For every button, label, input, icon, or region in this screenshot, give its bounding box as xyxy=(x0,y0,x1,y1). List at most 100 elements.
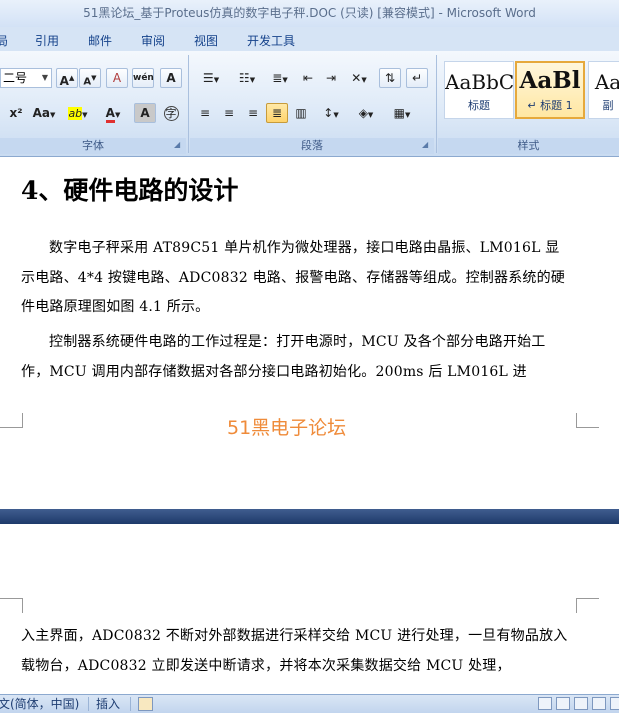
numbered-list-icon: ☷ xyxy=(238,71,250,85)
caret-down-icon: ▼ xyxy=(91,74,97,82)
chevron-down-icon: ▼ xyxy=(213,76,220,84)
style-sample: AaBbC xyxy=(445,70,514,94)
align-left-button[interactable]: ≡ xyxy=(194,103,216,123)
print-layout-view-icon[interactable] xyxy=(538,697,552,710)
increase-indent-button[interactable]: ⇥ xyxy=(320,68,342,88)
show-marks-button[interactable]: ↵ xyxy=(406,68,428,88)
page-gap xyxy=(0,509,619,524)
font-size-select[interactable]: 二号 ▼ xyxy=(0,68,52,88)
body-paragraph: 数字电子秤采用 AT89C51 单片机作为微处理器，接口电路由晶振、LM016L… xyxy=(21,240,565,315)
chevron-down-icon: ▼ xyxy=(114,111,121,119)
enclose-characters-button[interactable]: 字 xyxy=(160,103,182,123)
document-page[interactable]: 入主界面，ADC0832 不断对外部数据进行采样交给 MCU 进行处理，一旦有物… xyxy=(0,524,619,694)
ribbon: 二号 ▼ A▲ A▼ A wén A x² Aa▼ ab▼ A▼ A 字 字体 … xyxy=(0,51,619,157)
dialog-launcher-icon[interactable]: ◢ xyxy=(174,140,180,149)
tab-references[interactable]: 引用 xyxy=(35,32,59,49)
highlight-label: ab xyxy=(68,107,83,120)
status-divider xyxy=(130,697,131,711)
window-title: 51黑论坛_基于Proteus仿真的数字电子秤.DOC (只读) [兼容模式] … xyxy=(83,6,536,20)
paragraph-mark-icon: ↵ xyxy=(411,71,423,85)
chevron-down-icon: ▼ xyxy=(41,73,48,82)
chevron-down-icon: ▼ xyxy=(282,76,288,84)
status-bar: 文(简体，中国) 插入 xyxy=(0,694,619,713)
decrease-indent-button[interactable]: ⇤ xyxy=(297,68,319,88)
shrink-font-label: A xyxy=(83,76,92,88)
subscript-label: x² xyxy=(9,106,23,120)
justify-icon: ≣ xyxy=(271,106,283,120)
increase-indent-icon: ⇥ xyxy=(325,71,337,85)
chevron-down-icon: ▼ xyxy=(404,111,411,119)
group-divider xyxy=(436,55,437,153)
chinese-layout-button[interactable]: ✕▼ xyxy=(343,68,375,88)
bullets-button[interactable]: ☰▼ xyxy=(194,68,228,88)
caret-up-icon: ▲ xyxy=(68,74,75,82)
justify-button[interactable]: ≣ xyxy=(266,103,288,123)
page-margin-corner xyxy=(576,413,599,428)
enclose-characters-label: 字 xyxy=(163,106,179,121)
align-right-button[interactable]: ≡ xyxy=(242,103,264,123)
font-color-label: A xyxy=(105,106,115,123)
shading-button[interactable]: ◈▼ xyxy=(350,103,382,123)
section-heading: 4、硬件电路的设计 xyxy=(21,176,239,205)
line-spacing-button[interactable]: ↕▼ xyxy=(316,103,346,123)
body-paragraph: 入主界面，ADC0832 不断对外部数据进行采样交给 MCU 进行处理，一旦有物… xyxy=(21,628,568,674)
group-divider xyxy=(188,55,189,153)
change-case-button[interactable]: Aa▼ xyxy=(30,103,58,123)
bullet-list-icon: ☰ xyxy=(202,71,214,85)
sort-button[interactable]: ⇅ xyxy=(379,68,401,88)
insert-mode-indicator[interactable]: 插入 xyxy=(96,695,120,713)
outline-view-icon[interactable] xyxy=(592,697,606,710)
line-spacing-icon: ↕ xyxy=(323,106,334,120)
distributed-icon: ▥ xyxy=(295,106,307,120)
multilevel-list-button[interactable]: ≣▼ xyxy=(266,68,294,88)
font-size-value: 二号 xyxy=(3,71,28,85)
tab-review[interactable]: 审阅 xyxy=(141,32,165,49)
align-right-icon: ≡ xyxy=(247,106,259,120)
style-title[interactable]: AaBbC 标题 xyxy=(444,61,514,119)
align-center-button[interactable]: ≡ xyxy=(218,103,240,123)
align-center-icon: ≡ xyxy=(223,106,235,120)
tab-view[interactable]: 视图 xyxy=(194,32,218,49)
character-shading-button[interactable]: A xyxy=(134,103,156,123)
clear-format-button[interactable]: A xyxy=(106,68,128,88)
tab-developer[interactable]: 开发工具 xyxy=(247,32,295,49)
sort-icon: ⇅ xyxy=(384,71,396,85)
macro-record-icon[interactable] xyxy=(138,697,153,711)
font-group-label: 字体 xyxy=(0,138,186,154)
style-name: 标题 xyxy=(468,99,490,112)
chevron-down-icon: ▼ xyxy=(361,76,367,84)
phonetic-guide-label: wén xyxy=(133,73,154,83)
full-screen-view-icon[interactable] xyxy=(556,697,570,710)
character-shading-label: A xyxy=(140,106,150,120)
borders-icon: ▦ xyxy=(393,106,405,120)
tab-layout[interactable]: 局 xyxy=(0,32,8,49)
grow-font-button[interactable]: A▲ xyxy=(56,68,78,88)
ribbon-tabs: 局 引用 邮件 审阅 视图 开发工具 xyxy=(0,27,619,51)
dialog-launcher-icon[interactable]: ◢ xyxy=(422,140,428,149)
tab-mailings[interactable]: 邮件 xyxy=(88,32,112,49)
distributed-button[interactable]: ▥ xyxy=(290,103,312,123)
web-layout-view-icon[interactable] xyxy=(574,697,588,710)
character-border-label: A xyxy=(166,71,176,85)
status-divider xyxy=(88,697,89,711)
numbering-button[interactable]: ☷▼ xyxy=(230,68,264,88)
language-indicator[interactable]: 文(简体，中国) xyxy=(0,695,79,713)
style-sample: Aa xyxy=(594,70,619,94)
style-subtitle[interactable]: Aa 副 xyxy=(588,61,619,119)
style-heading-1[interactable]: AaBl ↵ 标题 1 xyxy=(515,61,585,119)
draft-view-icon[interactable] xyxy=(610,697,619,710)
chevron-down-icon: ▼ xyxy=(82,111,88,119)
style-sample: AaBl xyxy=(519,67,581,94)
document-page[interactable]: 4、硬件电路的设计 数字电子秤采用 AT89C51 单片机作为微处理器，接口电路… xyxy=(0,157,619,509)
page-margin-corner xyxy=(0,413,23,428)
font-color-button[interactable]: A▼ xyxy=(98,103,128,123)
text-highlight-button[interactable]: ab▼ xyxy=(62,103,94,123)
decrease-indent-icon: ⇤ xyxy=(302,71,314,85)
character-border-button[interactable]: A xyxy=(160,68,182,88)
style-name: ↵ 标题 1 xyxy=(527,99,573,112)
phonetic-guide-button[interactable]: wén xyxy=(132,68,154,88)
shrink-font-button[interactable]: A▼ xyxy=(79,68,101,88)
grow-font-label: A xyxy=(59,74,69,88)
borders-button[interactable]: ▦▼ xyxy=(386,103,418,123)
subscript-button[interactable]: x² xyxy=(4,103,28,123)
